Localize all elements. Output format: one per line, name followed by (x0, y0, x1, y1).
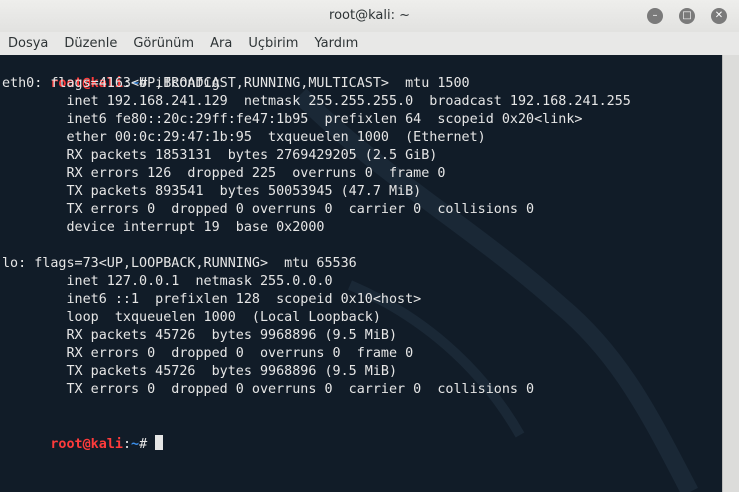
terminal-line-prompt: root@kali:~# (2, 417, 631, 452)
menu-bar: Dosya Düzenle Görünüm Ara Uçbirim Yardım (0, 32, 739, 56)
terminal-line: RX errors 0 dropped 0 overruns 0 frame 0 (2, 346, 414, 361)
title-bar: root@kali: ~ – □ ✕ (0, 0, 739, 32)
terminal-line: lo: flags=73<UP,LOOPBACK,RUNNING> mtu 65… (2, 256, 357, 271)
menu-item-yardim[interactable]: Yardım (306, 32, 366, 55)
prompt-separator: : (122, 437, 131, 452)
terminal-line: ether 00:0c:29:47:1b:95 txqueuelen 1000 … (2, 130, 486, 145)
prompt-path: ~ (131, 437, 140, 452)
window-title: root@kali: ~ (329, 8, 410, 23)
terminal-scrollbar[interactable] (722, 55, 739, 492)
close-icon: ✕ (714, 10, 724, 21)
terminal-cursor (155, 435, 164, 450)
terminal-line: inet6 ::1 prefixlen 128 scopeid 0x10<hos… (2, 292, 422, 307)
terminal-line: TX packets 45726 bytes 9968896 (9.5 MiB) (2, 364, 398, 379)
maximize-button[interactable]: □ (679, 8, 695, 24)
terminal-line: eth0: flags=4163<UP,BROADCAST,RUNNING,MU… (2, 76, 470, 91)
terminal-line: TX packets 893541 bytes 50053945 (47.7 M… (2, 184, 422, 199)
menu-item-dosya[interactable]: Dosya (0, 32, 56, 55)
terminal-line: device interrupt 19 base 0x2000 (2, 220, 325, 235)
terminal-output: root@kali:~# ifconfig eth0: flags=4163<U… (2, 57, 631, 452)
terminal-line: TX errors 0 dropped 0 overruns 0 carrier… (2, 382, 535, 397)
prompt-symbol: # (139, 437, 156, 452)
menu-item-ara[interactable]: Ara (202, 32, 240, 55)
terminal-line: inet 192.168.241.129 netmask 255.255.255… (2, 94, 631, 109)
terminal-area[interactable]: root@kali:~# ifconfig eth0: flags=4163<U… (0, 55, 722, 492)
terminal-line: inet 127.0.0.1 netmask 255.0.0.0 (2, 274, 333, 289)
minimize-icon: – (652, 10, 658, 21)
minimize-button[interactable]: – (647, 8, 663, 24)
menu-item-duzenle[interactable]: Düzenle (56, 32, 125, 55)
terminal-line: RX packets 1853131 bytes 2769429205 (2.5… (2, 148, 438, 163)
maximize-icon: □ (682, 10, 692, 21)
prompt-user: root@kali (50, 437, 123, 452)
close-button[interactable]: ✕ (711, 8, 727, 24)
terminal-line: RX errors 126 dropped 225 overruns 0 fra… (2, 166, 446, 181)
terminal-line: TX errors 0 dropped 0 overruns 0 carrier… (2, 202, 535, 217)
terminal-line: inet6 fe80::20c:29ff:fe47:1b95 prefixlen… (2, 112, 583, 127)
terminal-line-prompt: root@kali:~# ifconfig (2, 57, 631, 91)
menu-item-gorunum[interactable]: Görünüm (125, 32, 202, 55)
terminal-line: RX packets 45726 bytes 9968896 (9.5 MiB) (2, 328, 398, 343)
menu-item-ucbirim[interactable]: Uçbirim (240, 32, 306, 55)
terminal-line: loop txqueuelen 1000 (Local Loopback) (2, 310, 381, 325)
